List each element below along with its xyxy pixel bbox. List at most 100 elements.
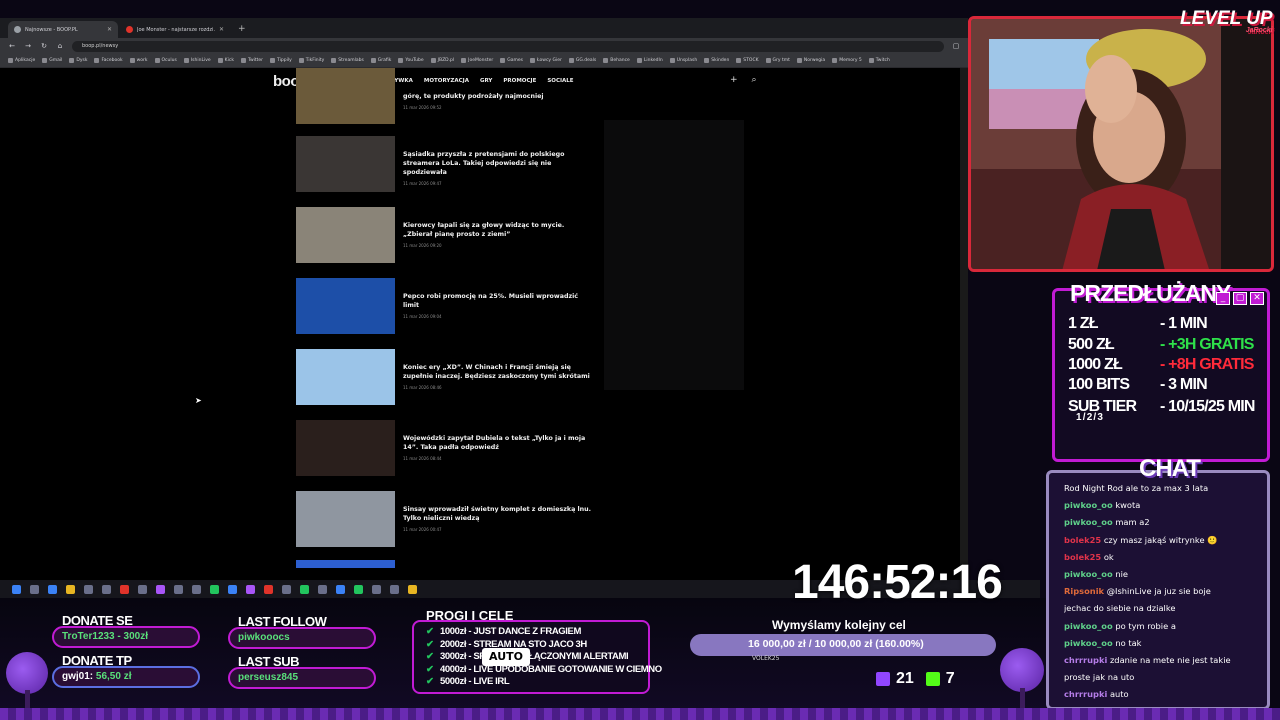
tree-trunk	[1020, 688, 1025, 710]
start-icon[interactable]	[12, 584, 21, 594]
bookmark-item[interactable]: Norwegia	[796, 58, 825, 63]
forward-icon[interactable]: →	[24, 42, 32, 50]
chat-message: Ripsonik @IshinLive ja juz sie boje	[1064, 583, 1269, 600]
bookmark-icon	[529, 58, 535, 63]
app-icon[interactable]	[138, 584, 147, 594]
article-thumbnail[interactable]	[296, 491, 395, 547]
bookmark-item[interactable]: Memory 5	[832, 58, 862, 63]
close-tab-icon[interactable]: ✕	[219, 26, 224, 33]
bookmark-item[interactable]: LinkedIn	[636, 58, 663, 63]
bookmark-icon	[603, 58, 609, 63]
app-icon[interactable]	[264, 584, 273, 594]
article-title[interactable]: Kierowcy łapali się za głowy widząc to m…	[403, 221, 593, 239]
bookmark-item[interactable]: Dysk	[69, 58, 87, 63]
bookmark-item[interactable]: Behance	[603, 58, 630, 63]
article-item[interactable]: Sąsiadka przyszła z pretensjami do polsk…	[296, 136, 596, 196]
app-icon[interactable]	[192, 584, 201, 594]
article-item[interactable]: Koniec ery „XD”. W Chinach i Francji śmi…	[296, 349, 596, 409]
article-item[interactable]: górę, te produkty podrożały najmocniej 11…	[296, 68, 596, 128]
bookmark-item[interactable]: Gmail	[42, 58, 62, 63]
excel-icon[interactable]	[354, 584, 363, 594]
chat-message: proste jak na uto	[1064, 669, 1269, 686]
bookmark-item[interactable]: Streamlabs	[331, 58, 364, 63]
bookmark-item[interactable]: JBZD.pl	[430, 58, 454, 63]
bookmark-item[interactable]: Grafik	[370, 58, 391, 63]
app-icon[interactable]	[120, 584, 129, 594]
article-thumbnail[interactable]	[296, 68, 395, 124]
article-item[interactable]: Kierowcy łapali się za głowy widząc to m…	[296, 207, 596, 267]
bookmark-label: Memory 5	[839, 58, 862, 63]
reload-icon[interactable]: ↻	[40, 42, 48, 50]
app-icon[interactable]	[408, 584, 417, 594]
bookmark-item[interactable]: Kick	[217, 58, 234, 63]
check-icon: ✔	[426, 638, 434, 650]
spotify-icon[interactable]	[300, 584, 309, 594]
bookmark-item[interactable]: STOCK	[736, 58, 759, 63]
article-thumbnail[interactable]	[296, 560, 395, 568]
bookmark-item[interactable]: JoeMonster	[461, 58, 493, 63]
goal-tier-text: 4000zł - LIVE UPODOBANIE GOTOWANIE W CIE…	[440, 663, 662, 675]
article-item[interactable]: Wojewódzki zapytał Dubiela o tekst „Tylk…	[296, 420, 596, 480]
goal-tier-text: 5000zł - LIVE IRL	[440, 676, 510, 687]
app-icon[interactable]	[102, 584, 111, 594]
bookmark-item[interactable]: Skinden	[704, 58, 729, 63]
viewer-counts: 21 7	[876, 670, 955, 688]
bookmark-item[interactable]: GG.deals	[568, 58, 596, 63]
app-icon[interactable]	[156, 584, 165, 594]
bookmark-icon	[704, 58, 710, 63]
search-icon[interactable]	[30, 584, 39, 594]
article-title[interactable]: Koniec ery „XD”. W Chinach i Francji śmi…	[403, 363, 593, 381]
article-thumbnail[interactable]	[296, 278, 395, 334]
bookmark-item[interactable]: TikFinity	[298, 58, 324, 63]
home-icon[interactable]: ⌂	[56, 42, 64, 50]
bookmark-item[interactable]: work	[129, 58, 148, 63]
app-icon[interactable]	[174, 584, 183, 594]
article-item[interactable]: Pepco robi promocję na 25%. Musieli wpro…	[296, 278, 596, 338]
article-title[interactable]: Sinsay wprowadził świetny komplet z domi…	[403, 505, 593, 523]
article-title[interactable]: Wojewódzki zapytał Dubiela o tekst „Tylk…	[403, 434, 593, 452]
bookmark-item[interactable]: Tippily	[270, 58, 292, 63]
bookmark-item[interactable]: Facebook	[94, 58, 123, 63]
article-thumbnail[interactable]	[296, 349, 395, 405]
bookmark-item[interactable]: Aplikacje	[8, 58, 35, 63]
article-title[interactable]: górę, te produkty podrożały najmocniej	[403, 92, 593, 101]
close-tab-icon[interactable]: ✕	[107, 26, 112, 33]
tab-boop[interactable]: Najnowsze - BOOP.PL ✕	[8, 21, 118, 38]
bookmark-item[interactable]: Oculus	[154, 58, 177, 63]
scrollbar[interactable]	[960, 68, 968, 598]
bookmark-item[interactable]: Gry tmt	[765, 58, 790, 63]
explorer-icon[interactable]	[66, 584, 75, 594]
app-icon[interactable]	[84, 584, 93, 594]
app-icon[interactable]	[282, 584, 291, 594]
article-thumbnail[interactable]	[296, 207, 395, 263]
article-title[interactable]: Sąsiadka przyszła z pretensjami do polsk…	[403, 150, 593, 177]
bookmark-item[interactable]: Twitter	[240, 58, 263, 63]
new-tab-icon[interactable]: +	[232, 21, 252, 38]
bookmark-item[interactable]: IshinLive	[183, 58, 211, 63]
app-icon[interactable]	[372, 584, 381, 594]
bookmark-icon	[298, 58, 304, 63]
plus-icon[interactable]: +	[730, 75, 738, 85]
bookmark-item[interactable]: Twitch	[868, 58, 890, 63]
app-icon[interactable]	[246, 584, 255, 594]
app-icon[interactable]	[318, 584, 327, 594]
app-icon[interactable]	[390, 584, 399, 594]
bookmark-item[interactable]: YouTube	[398, 58, 424, 63]
app-icon[interactable]	[228, 584, 237, 594]
article-item[interactable]: Sinsay wprowadził świetny komplet z domi…	[296, 491, 596, 551]
article-thumbnail[interactable]	[296, 136, 395, 192]
url-input[interactable]: boop.pl/newsy	[72, 40, 944, 52]
search-icon[interactable]: ⌕	[752, 75, 757, 85]
bookmark-icon	[217, 58, 223, 63]
article-thumbnail[interactable]	[296, 420, 395, 476]
app-icon[interactable]	[336, 584, 345, 594]
tab-joemonster[interactable]: Joe Monster - najstarsze rozdzi... ✕	[120, 21, 230, 38]
back-icon[interactable]: ←	[8, 42, 16, 50]
extensions-icon[interactable]: ▢	[952, 42, 960, 50]
bookmark-item[interactable]: Games	[500, 58, 523, 63]
article-title[interactable]: Pepco robi promocję na 25%. Musieli wpro…	[403, 292, 593, 310]
taskview-icon[interactable]	[48, 584, 57, 594]
bookmark-item[interactable]: Unsplash	[669, 58, 697, 63]
bookmark-item[interactable]: Łowcy Gier	[529, 58, 562, 63]
app-icon[interactable]	[210, 584, 219, 594]
